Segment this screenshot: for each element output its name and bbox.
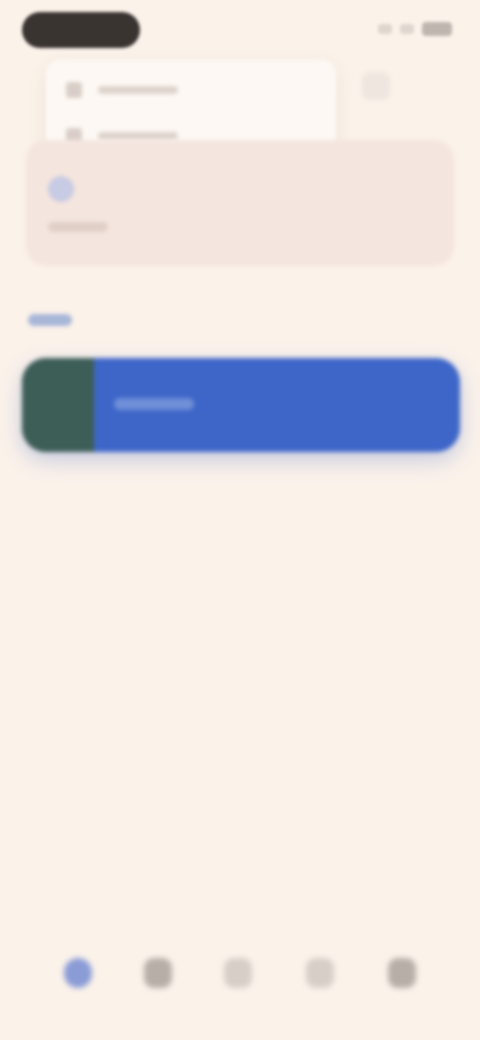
nav-profile[interactable] (382, 948, 422, 998)
favorites-icon (306, 958, 334, 988)
signal-icon (378, 24, 392, 34)
wifi-icon (400, 24, 414, 34)
status-pill (22, 12, 140, 48)
suggestion-text (48, 222, 108, 232)
more-icon[interactable] (362, 72, 390, 100)
status-indicators (378, 22, 452, 36)
menu-item-label (98, 86, 178, 94)
section-label (28, 314, 72, 326)
bottom-navigation (0, 930, 480, 1020)
library-icon (144, 958, 172, 988)
nav-library[interactable] (138, 948, 178, 998)
nav-home[interactable] (58, 948, 98, 998)
menu-item-label (98, 132, 178, 140)
nav-favorites[interactable] (300, 948, 340, 998)
home-icon (64, 958, 92, 988)
nav-search[interactable] (218, 948, 258, 998)
thumbnail-image (22, 358, 94, 452)
search-icon (224, 958, 252, 988)
list-item-title (114, 398, 194, 410)
app-screen (0, 0, 480, 1040)
info-icon (48, 176, 74, 202)
list-item-selected[interactable] (22, 358, 460, 452)
menu-item-icon (66, 82, 82, 98)
suggestion-card[interactable] (26, 140, 454, 266)
battery-icon (422, 22, 452, 36)
profile-icon (388, 958, 416, 988)
menu-item-1[interactable] (66, 70, 178, 110)
